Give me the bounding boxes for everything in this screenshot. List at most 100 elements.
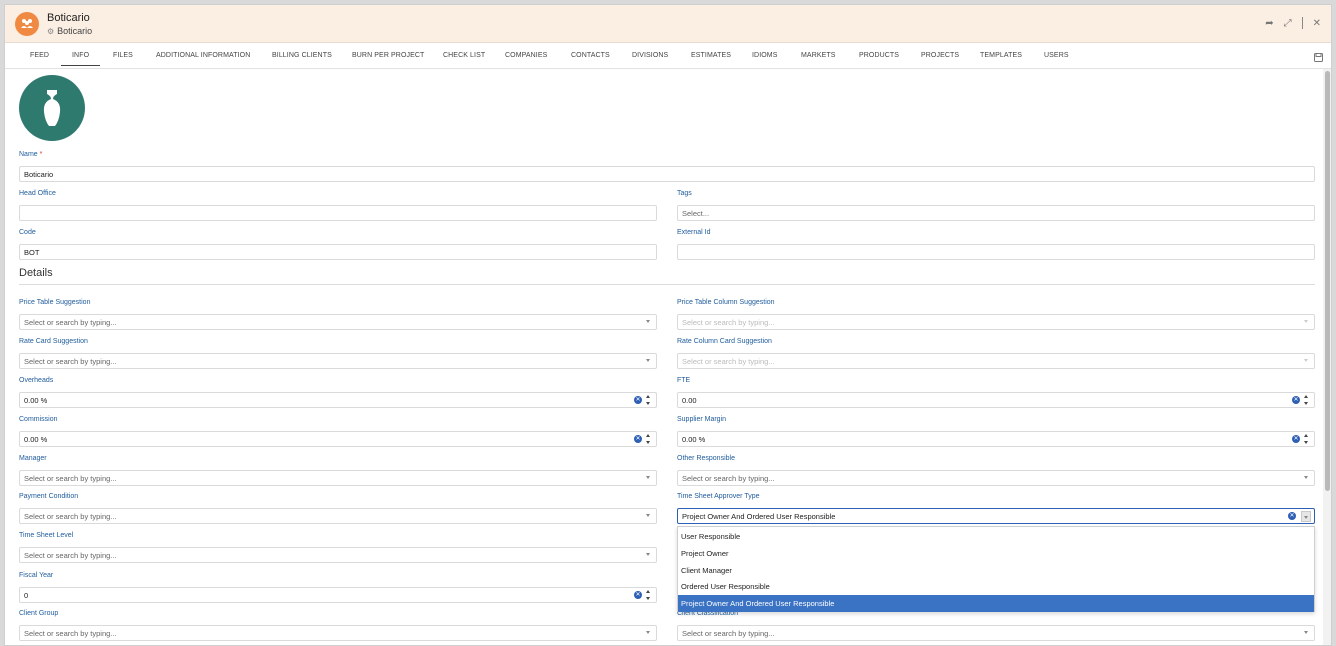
client-avatar[interactable]	[19, 75, 85, 141]
tab-projects[interactable]: PROJECTS	[921, 52, 959, 59]
chevron-down-icon	[646, 514, 650, 517]
time-sheet-approver-type-label: Time Sheet Approver Type	[677, 493, 760, 500]
option-user-responsible[interactable]: User Responsible	[678, 528, 1314, 545]
option-project-owner[interactable]: Project Owner	[678, 545, 1314, 562]
tab-idioms[interactable]: IDIOMS	[752, 52, 778, 59]
chevron-down-icon	[646, 631, 650, 634]
window-controls: ➦ ⤢ ✕	[1265, 17, 1321, 29]
tab-templates[interactable]: TEMPLATES	[980, 52, 1022, 59]
fiscal-year-input[interactable]: 0 ✕	[19, 587, 657, 603]
chevron-down-icon	[1304, 476, 1308, 479]
tab-markets[interactable]: MARKETS	[801, 52, 836, 59]
stepper-icon[interactable]	[646, 394, 652, 406]
tab-additional-information[interactable]: ADDITIONAL INFORMATION	[156, 52, 250, 59]
time-sheet-level-label: Time Sheet Level	[19, 532, 74, 539]
rate-column-card-suggestion-label: Rate Column Card Suggestion	[677, 338, 772, 345]
tab-divisions[interactable]: DIVISIONS	[632, 52, 668, 59]
tab-companies[interactable]: COMPANIES	[505, 52, 547, 59]
name-label: Name *	[19, 151, 43, 158]
stepper-icon[interactable]	[1304, 394, 1310, 406]
close-icon[interactable]: ✕	[1313, 18, 1321, 29]
tab-contacts[interactable]: CONTACTS	[571, 52, 610, 59]
payment-condition-label: Payment Condition	[19, 493, 79, 500]
option-project-owner-and-ordered-user-responsible[interactable]: Project Owner And Ordered User Responsib…	[678, 595, 1314, 612]
divider	[1301, 17, 1303, 29]
chevron-down-icon	[646, 553, 650, 556]
clear-icon[interactable]: ✕	[634, 396, 642, 404]
name-input[interactable]: Boticario	[19, 166, 1315, 182]
stepper-icon[interactable]	[1304, 433, 1310, 445]
share-icon[interactable]: ➦	[1265, 18, 1273, 29]
tab-check-list[interactable]: CHECK LIST	[443, 52, 485, 59]
chevron-down-icon	[646, 476, 650, 479]
option-client-manager[interactable]: Client Manager	[678, 562, 1314, 579]
price-table-column-suggestion-select[interactable]: Select or search by typing...	[677, 314, 1315, 330]
client-group-select[interactable]: Select or search by typing...	[19, 625, 657, 641]
supplier-margin-input[interactable]: 0.00 % ✕	[677, 431, 1315, 447]
tab-estimates[interactable]: ESTIMATES	[691, 52, 731, 59]
external-id-input[interactable]	[677, 244, 1315, 260]
chevron-down-icon	[1304, 320, 1308, 323]
rate-card-suggestion-label: Rate Card Suggestion	[19, 338, 88, 345]
subtitle-label: Boticario	[57, 26, 93, 36]
window-title: Boticario	[47, 12, 90, 24]
tab-products[interactable]: PRODUCTS	[859, 52, 899, 59]
dropdown-toggle[interactable]	[1301, 511, 1311, 522]
scrollbar-thumb[interactable]	[1325, 71, 1330, 491]
payment-condition-select[interactable]: Select or search by typing...	[19, 508, 657, 524]
chevron-down-icon	[646, 359, 650, 362]
client-window: Boticario ⚙ Boticario ➦ ⤢ ✕ FEED INFO FI…	[4, 4, 1332, 646]
chevron-down-icon	[1304, 359, 1308, 362]
tab-billing-clients[interactable]: BILLING CLIENTS	[272, 52, 332, 59]
time-sheet-level-select[interactable]: Select or search by typing...	[19, 547, 657, 563]
supplier-margin-label: Supplier Margin	[677, 416, 727, 423]
tab-files[interactable]: FILES	[113, 52, 133, 59]
commission-input[interactable]: 0.00 % ✕	[19, 431, 657, 447]
details-heading: Details	[19, 267, 53, 279]
clear-icon[interactable]: ✕	[634, 591, 642, 599]
clear-icon[interactable]: ✕	[1288, 512, 1296, 520]
stepper-icon[interactable]	[646, 589, 652, 601]
time-sheet-approver-type-select[interactable]: Project Owner And Ordered User Responsib…	[677, 508, 1315, 524]
client-classification-select[interactable]: Select or search by typing...	[677, 625, 1315, 641]
tags-label: Tags	[677, 190, 692, 197]
clear-icon[interactable]: ✕	[1292, 396, 1300, 404]
group-icon: ⚙	[47, 26, 55, 36]
stepper-icon[interactable]	[646, 433, 652, 445]
window-subtitle: ⚙ Boticario	[47, 26, 92, 36]
external-id-label: External Id	[677, 229, 711, 236]
tab-feed[interactable]: FEED	[30, 52, 49, 59]
head-office-input[interactable]	[19, 205, 657, 221]
clear-icon[interactable]: ✕	[634, 435, 642, 443]
other-responsible-label: Other Responsible	[677, 455, 735, 462]
other-responsible-select[interactable]: Select or search by typing...	[677, 470, 1315, 486]
chevron-down-icon	[1304, 516, 1308, 519]
approver-type-dropdown: User Responsible Project Owner Client Ma…	[677, 526, 1315, 612]
tab-users[interactable]: USERS	[1044, 52, 1069, 59]
tab-burn-per-project[interactable]: BURN PER PROJECT	[352, 52, 424, 59]
price-table-column-suggestion-label: Price Table Column Suggestion	[677, 299, 775, 306]
title-bar: Boticario ⚙ Boticario ➦ ⤢ ✕	[5, 5, 1331, 43]
chevron-down-icon	[646, 320, 650, 323]
tab-info[interactable]: INFO	[61, 52, 101, 66]
rate-column-card-suggestion-select[interactable]: Select or search by typing...	[677, 353, 1315, 369]
expand-icon[interactable]: ⤢	[1284, 18, 1292, 29]
code-input[interactable]: BOT	[19, 244, 657, 260]
tags-select[interactable]: Select...	[677, 205, 1315, 221]
overheads-input[interactable]: 0.00 % ✕	[19, 392, 657, 408]
code-label: Code	[19, 229, 36, 236]
rate-card-suggestion-select[interactable]: Select or search by typing...	[19, 353, 657, 369]
tab-bar: FEED INFO FILES ADDITIONAL INFORMATION B…	[5, 43, 1331, 69]
price-table-suggestion-select[interactable]: Select or search by typing...	[19, 314, 657, 330]
price-table-suggestion-label: Price Table Suggestion	[19, 299, 91, 306]
vase-icon	[43, 90, 61, 126]
client-group-label: Client Group	[19, 610, 59, 617]
fte-label: FTE	[677, 377, 691, 384]
head-office-label: Head Office	[19, 190, 56, 197]
clear-icon[interactable]: ✕	[1292, 435, 1300, 443]
fte-input[interactable]: 0.00 ✕	[677, 392, 1315, 408]
manager-select[interactable]: Select or search by typing...	[19, 470, 657, 486]
overheads-label: Overheads	[19, 377, 54, 384]
save-icon[interactable]	[1314, 53, 1323, 64]
option-ordered-user-responsible[interactable]: Ordered User Responsible	[678, 578, 1314, 595]
